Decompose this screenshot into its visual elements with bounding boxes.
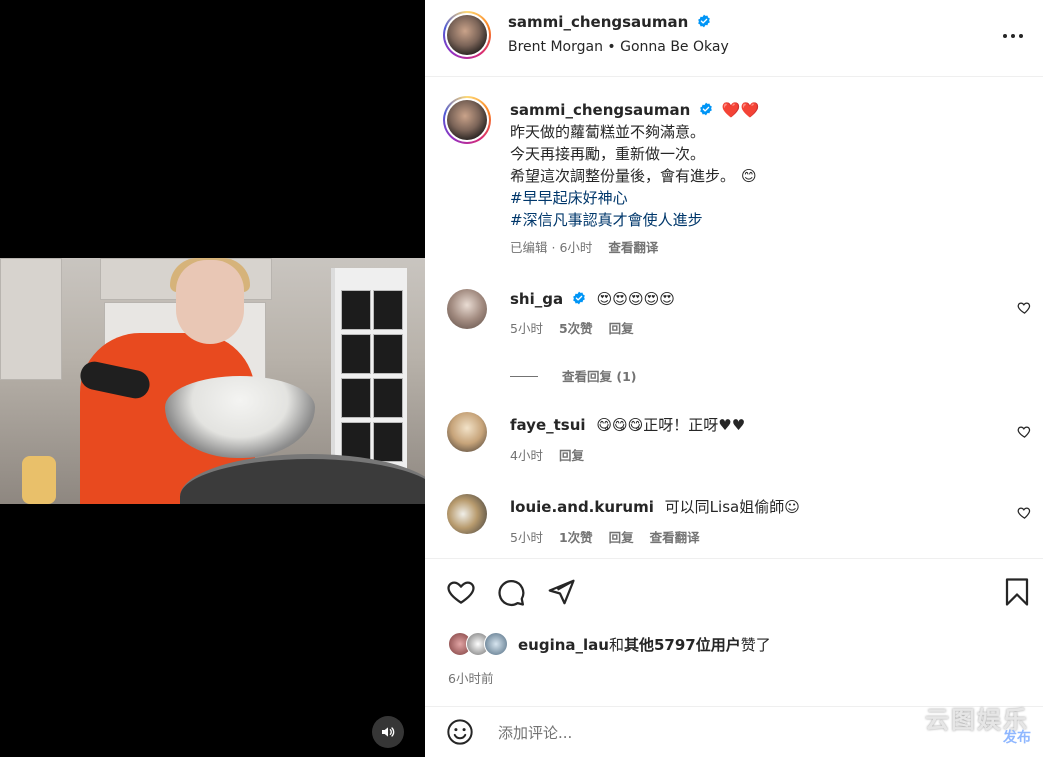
post-header: sammi_chengsauman Brent Morgan • Gonna B… bbox=[425, 0, 1043, 77]
author-username[interactable]: sammi_chengsauman bbox=[508, 13, 688, 31]
comment-time[interactable]: 5小时 bbox=[510, 321, 543, 336]
bookmark-icon[interactable] bbox=[1002, 577, 1032, 607]
translate-link[interactable]: 查看翻译 bbox=[608, 240, 658, 255]
hashtag-link[interactable]: #早早起床好神心 bbox=[510, 187, 1010, 209]
comment-item: shi_ga 😍😍😍😍😍 5小时 5次赞 回复 bbox=[510, 290, 990, 337]
verified-icon bbox=[573, 291, 585, 305]
hashtag-link[interactable]: #深信凡事認真才會使人進步 bbox=[510, 209, 1010, 231]
post-media[interactable] bbox=[0, 0, 425, 757]
likes-count[interactable]: 其他5797位用户 bbox=[624, 636, 741, 654]
caption-username[interactable]: sammi_chengsauman bbox=[510, 101, 690, 119]
comment-username[interactable]: louie.and.kurumi bbox=[510, 498, 654, 516]
comment-likes[interactable]: 5次赞 bbox=[559, 321, 593, 336]
likes-suffix: 赞了 bbox=[740, 636, 771, 654]
liker-avatars[interactable] bbox=[448, 632, 518, 656]
kitchen-cabinet bbox=[0, 258, 62, 380]
likes-summary: eugina_lau和其他5797位用户赞了 bbox=[448, 632, 771, 656]
edited-label: 已编辑 bbox=[510, 240, 548, 255]
comment-text: 😋😋😋正呀！正呀♥♥ bbox=[596, 416, 746, 434]
comment-time[interactable]: 4小时 bbox=[510, 448, 543, 463]
caption-time[interactable]: 6小时 bbox=[559, 240, 592, 255]
commenter-avatar[interactable] bbox=[447, 412, 487, 452]
translate-link[interactable]: 查看翻译 bbox=[650, 530, 700, 545]
view-replies-label[interactable]: 查看回复 (1) bbox=[562, 369, 636, 384]
comment-heart-icon[interactable] bbox=[1017, 424, 1032, 439]
comment-heart-icon[interactable] bbox=[1017, 505, 1032, 520]
watermark-sub: 发布 bbox=[1003, 730, 1031, 746]
caption-line: 昨天做的蘿蔔糕並不夠滿意。 bbox=[510, 123, 706, 141]
comment-time[interactable]: 5小时 bbox=[510, 530, 543, 545]
person-head bbox=[176, 260, 244, 344]
caption-avatar[interactable] bbox=[443, 96, 491, 144]
commenter-avatar[interactable] bbox=[447, 289, 487, 329]
caption-hearts: ❤️❤️ bbox=[721, 101, 760, 119]
more-icon[interactable] bbox=[1001, 26, 1025, 46]
verified-icon bbox=[700, 102, 712, 116]
post-side-panel: sammi_chengsauman Brent Morgan • Gonna B… bbox=[425, 0, 1043, 757]
view-replies[interactable]: 查看回复 (1) bbox=[510, 366, 636, 385]
reply-button[interactable]: 回复 bbox=[609, 321, 634, 336]
liker-username[interactable]: eugina_lau bbox=[518, 636, 609, 654]
volume-icon bbox=[382, 727, 395, 737]
bottle bbox=[22, 456, 56, 504]
comment-username[interactable]: faye_tsui bbox=[510, 416, 586, 434]
author-avatar[interactable] bbox=[443, 11, 491, 59]
heart-icon[interactable] bbox=[446, 577, 476, 607]
commenter-avatar[interactable] bbox=[447, 494, 487, 534]
comment-icon[interactable] bbox=[496, 577, 526, 607]
caption-line: 希望這次調整份量後，會有進步。 bbox=[510, 167, 736, 185]
comment-text: 可以同Lisa姐偷師☺ bbox=[664, 498, 800, 516]
smile-emoji: 😊 bbox=[741, 167, 757, 185]
comment-text: 😍😍😍😍😍 bbox=[596, 290, 675, 308]
post-caption: sammi_chengsauman ❤️❤️ 昨天做的蘿蔔糕並不夠滿意。 今天再… bbox=[510, 99, 1010, 259]
comment-item: faye_tsui 😋😋😋正呀！正呀♥♥ 4小时 回复 bbox=[510, 414, 990, 464]
liker-avatar bbox=[484, 632, 508, 656]
mute-button[interactable] bbox=[372, 716, 404, 748]
comment-likes[interactable]: 1次赞 bbox=[559, 530, 593, 545]
audio-track[interactable]: Brent Morgan • Gonna Be Okay bbox=[508, 39, 729, 55]
replies-line bbox=[510, 376, 538, 377]
likes-joiner: 和 bbox=[608, 636, 624, 654]
post-time[interactable]: 6小时前 bbox=[448, 668, 493, 687]
comment-heart-icon[interactable] bbox=[1017, 300, 1032, 315]
comment-item: louie.and.kurumi 可以同Lisa姐偷師☺ 5小时 1次赞 回复 … bbox=[510, 496, 990, 546]
emoji-icon[interactable] bbox=[446, 718, 474, 746]
video-frame[interactable] bbox=[0, 258, 425, 504]
comment-input[interactable] bbox=[496, 721, 900, 745]
post-actions: eugina_lau和其他5797位用户赞了 6小时前 bbox=[425, 558, 1043, 707]
separator: · bbox=[551, 240, 556, 255]
reply-button[interactable]: 回复 bbox=[609, 530, 634, 545]
verified-icon bbox=[698, 14, 711, 28]
reply-button[interactable]: 回复 bbox=[559, 448, 584, 463]
share-icon[interactable] bbox=[546, 577, 576, 607]
comment-username[interactable]: shi_ga bbox=[510, 290, 563, 308]
caption-line: 今天再接再勵，重新做一次。 bbox=[510, 145, 706, 163]
